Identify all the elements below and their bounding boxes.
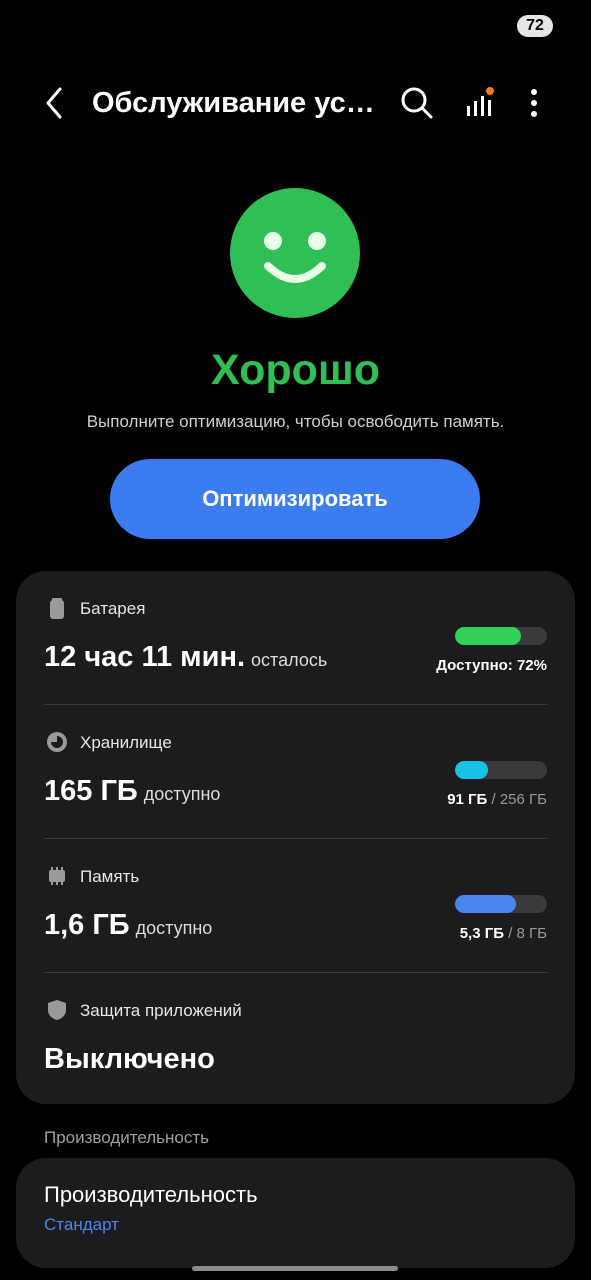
smiley-face-icon — [230, 188, 360, 318]
storage-pie-icon — [47, 732, 67, 752]
memory-usage-caption: 5,3 ГБ / 8 ГБ — [460, 925, 547, 942]
back-button[interactable] — [40, 83, 70, 123]
storage-progress-bar — [455, 761, 547, 779]
performance-mode-value: Стандарт — [44, 1215, 119, 1234]
device-care-card: Батарея 12 час 11 мин. осталось Доступно:… — [16, 571, 575, 1104]
storage-progress-fill — [455, 761, 489, 779]
page-title: Обслуживание устройства — [92, 87, 388, 119]
top-app-bar: Обслуживание устройства — [0, 78, 591, 128]
chevron-left-icon — [46, 87, 62, 119]
battery-level-badge: 72 — [517, 15, 553, 37]
memory-used: 5,3 ГБ — [459, 925, 505, 942]
device-status-title: Хорошо — [210, 346, 381, 394]
shield-icon — [48, 1000, 66, 1020]
report-button[interactable] — [460, 84, 498, 122]
memory-progress-bar — [455, 895, 547, 913]
app-protection-label: Защита приложений — [80, 1001, 242, 1020]
storage-label: Хранилище — [80, 733, 172, 752]
memory-progress-fill — [455, 895, 516, 913]
battery-suffix: осталось — [251, 650, 328, 670]
more-options-button[interactable] — [515, 84, 553, 122]
battery-label: Батарея — [80, 599, 146, 618]
battery-time: 12 час 11 мин. — [44, 641, 246, 673]
battery-icon — [50, 598, 64, 619]
app-protection-row[interactable]: Защита приложений Выключено — [16, 973, 575, 1107]
battery-progress-bar — [455, 627, 547, 645]
search-button[interactable] — [398, 84, 436, 122]
memory-label: Память — [80, 867, 140, 886]
battery-value: 12 час 11 мин. осталось — [44, 641, 327, 674]
app-protection-value: Выключено — [44, 1043, 215, 1075]
memory-value: 1,6 ГБ доступно — [44, 909, 212, 942]
storage-usage-caption: 91 ГБ / 256 ГБ — [447, 791, 547, 808]
storage-total: / 256 ГБ — [491, 791, 548, 808]
memory-suffix: доступно — [135, 918, 213, 938]
performance-section-header: Производительность — [44, 1128, 210, 1147]
optimize-button[interactable]: Оптимизировать — [110, 459, 480, 539]
performance-title: Производительность — [44, 1182, 258, 1207]
memory-total: / 8 ГБ — [508, 925, 547, 942]
storage-suffix: доступно — [143, 784, 221, 804]
status-subtitle: Выполните оптимизацию, чтобы освободить … — [86, 412, 505, 431]
memory-free: 1,6 ГБ — [44, 909, 130, 941]
home-indicator — [192, 1266, 398, 1271]
storage-value: 165 ГБ доступно — [44, 775, 220, 808]
battery-row[interactable]: Батарея 12 час 11 мин. осталось Доступно:… — [16, 571, 575, 705]
bar-chart-notification-icon — [467, 87, 494, 116]
more-vertical-icon — [531, 89, 537, 117]
memory-chip-icon — [49, 867, 65, 885]
battery-progress-fill — [455, 627, 522, 645]
memory-row[interactable]: Память 1,6 ГБ доступно 5,3 ГБ / 8 ГБ — [16, 839, 575, 973]
search-icon — [401, 87, 433, 119]
battery-available-caption: Доступно: 72% — [436, 657, 547, 674]
performance-item[interactable]: Производительность Стандарт — [16, 1158, 575, 1268]
storage-used: 91 ГБ — [447, 791, 488, 808]
storage-free: 165 ГБ — [44, 775, 138, 807]
storage-row[interactable]: Хранилище 165 ГБ доступно 91 ГБ / 256 ГБ — [16, 705, 575, 839]
